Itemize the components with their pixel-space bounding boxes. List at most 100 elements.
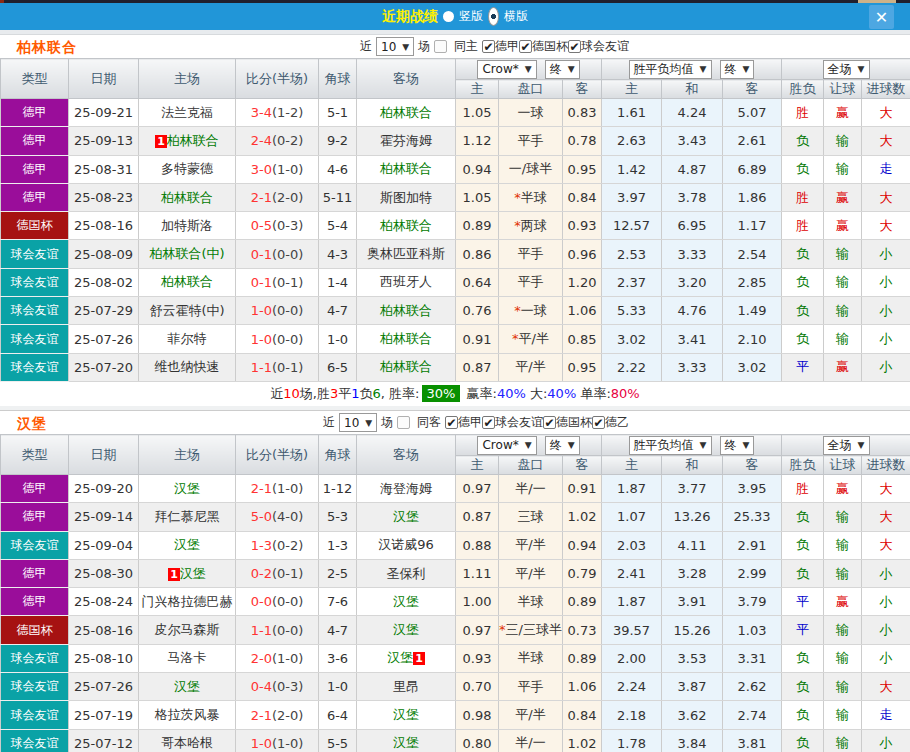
- checkbox-德国杯[interactable]: ✔: [543, 416, 556, 429]
- score-cell: 1-0(0-0): [236, 325, 319, 353]
- checkbox-同客[interactable]: [397, 416, 410, 429]
- handicap-home-odds: 0.98: [456, 701, 499, 729]
- avg-time-select[interactable]: 终▼: [720, 60, 755, 79]
- league-badge: 球会友谊: [1, 729, 69, 752]
- checkbox-label-球会友谊[interactable]: 球会友谊: [495, 414, 543, 431]
- checkbox-德甲[interactable]: ✔: [482, 40, 495, 53]
- avg-select[interactable]: 胜平负均值▼: [629, 436, 712, 455]
- scope-select[interactable]: 全场▼: [823, 60, 870, 79]
- home-team: 1汉堡: [139, 559, 236, 587]
- away-team-name: 西班牙人: [380, 274, 432, 289]
- result-goals: 大: [862, 212, 910, 240]
- corners: 1-4: [319, 268, 357, 296]
- full-time-score: 1-3: [251, 538, 272, 553]
- half-time-score: (0-1): [272, 275, 303, 290]
- caret-down-icon: ▼: [743, 64, 750, 74]
- handicap-away-odds: 0.89: [563, 588, 602, 616]
- radio-horizontal-label[interactable]: 横版: [504, 8, 528, 25]
- handicap-home-odds: 0.91: [456, 325, 499, 353]
- corners: 7-6: [319, 588, 357, 616]
- checkbox-同主[interactable]: [434, 40, 447, 53]
- corners: 5-4: [319, 212, 357, 240]
- radio-vertical-label[interactable]: 竖版: [459, 8, 483, 25]
- corners: 1-0: [319, 325, 357, 353]
- radio-horizontal-layout[interactable]: [488, 7, 499, 26]
- checkbox-label-德国杯[interactable]: 德国杯: [532, 38, 568, 55]
- odds-source-select[interactable]: Crow*▼: [477, 436, 536, 455]
- result-handicap: 赢: [824, 353, 862, 381]
- result-goals: 大: [862, 531, 910, 559]
- handicap-star: *: [512, 331, 519, 346]
- handicap-home-odds: 0.70: [456, 673, 499, 701]
- col-header-1: 日期: [69, 435, 139, 475]
- match-count-select[interactable]: 10▼: [376, 37, 414, 56]
- handicap-away-odds: 1.02: [563, 503, 602, 531]
- home-team: 菲尔特: [139, 325, 236, 353]
- away-team-name: 汉堡: [393, 509, 419, 524]
- scope-select[interactable]: 全场▼: [823, 436, 870, 455]
- summary-segment: 近: [270, 386, 283, 401]
- summary-segment: 场,胜: [300, 386, 330, 401]
- checkbox-球会友谊[interactable]: ✔: [482, 416, 495, 429]
- full-time-score: 0-1: [251, 247, 272, 262]
- avg-draw-odds: 6.95: [662, 212, 723, 240]
- handicap-away-odds: 0.78: [563, 127, 602, 155]
- checkbox-label-德甲[interactable]: 德甲: [495, 38, 519, 55]
- handicap-home-odds: 1.12: [456, 127, 499, 155]
- away-team-name: 奥林匹亚科斯: [367, 246, 445, 261]
- odds-time-select[interactable]: 终▼: [545, 436, 580, 455]
- avg-draw-odds: 4.24: [662, 99, 723, 127]
- result-goals: 大: [862, 673, 910, 701]
- half-time-score: (1-0): [272, 162, 303, 177]
- handicap-away-odds: 1.02: [563, 729, 602, 752]
- checkbox-label-德乙[interactable]: 德乙: [605, 414, 629, 431]
- match-row: 德甲25-09-21法兰克福3-4(1-2)5-1柏林联合1.05一球0.831…: [1, 99, 910, 127]
- checkbox-德乙[interactable]: ✔: [592, 416, 605, 429]
- handicap-home-odds: 0.89: [456, 212, 499, 240]
- full-time-score: 2-4: [251, 133, 272, 148]
- corners: 6-4: [319, 701, 357, 729]
- result-handicap: 输: [824, 559, 862, 587]
- match-count-select[interactable]: 10▼: [339, 413, 377, 432]
- checkbox-label-德甲[interactable]: 德甲: [458, 414, 482, 431]
- away-team-name: 汉堡: [393, 594, 419, 609]
- avg-away-odds: 1.03: [723, 616, 782, 644]
- checkbox-label-同主[interactable]: 同主: [454, 38, 478, 55]
- match-date: 25-09-21: [69, 99, 139, 127]
- col-header-4: 角球: [319, 59, 357, 99]
- checkbox-德国杯[interactable]: ✔: [519, 40, 532, 53]
- away-team: 柏林联合: [357, 297, 456, 325]
- home-team-name: 汉堡: [174, 537, 200, 552]
- odds-time-select[interactable]: 终▼: [545, 60, 580, 79]
- section-team1: 柏林联合近10▼场同主✔德甲✔德国杯✔球会友谊类型日期主场比分(半场)角球客场C…: [0, 35, 910, 406]
- checkbox-label-德国杯[interactable]: 德国杯: [556, 414, 592, 431]
- away-team: 汉堡: [357, 729, 456, 752]
- avg-select[interactable]: 胜平负均值▼: [629, 60, 712, 79]
- match-row: 德甲25-08-24门兴格拉德巴赫0-0(0-0)7-6汉堡1.00半球0.89…: [1, 588, 910, 616]
- checkbox-球会友谊[interactable]: ✔: [568, 40, 581, 53]
- checkbox-label-球会友谊[interactable]: 球会友谊: [581, 38, 629, 55]
- avg-time-select[interactable]: 终▼: [720, 436, 755, 455]
- result-wdl: 胜: [782, 475, 824, 503]
- avg-away-odds: 2.10: [723, 325, 782, 353]
- handicap-line: 平/半: [499, 531, 563, 559]
- close-button[interactable]: ✕: [869, 5, 894, 29]
- odds-source-select[interactable]: Crow*▼: [477, 60, 536, 79]
- away-team: 柏林联合: [357, 212, 456, 240]
- handicap-away-odds: 0.79: [563, 559, 602, 587]
- checkbox-德甲[interactable]: ✔: [445, 416, 458, 429]
- col-header-11: 客: [723, 80, 782, 99]
- away-team: 柏林联合: [357, 155, 456, 183]
- result-goals: 大: [862, 503, 910, 531]
- away-team: 汉堡1: [357, 644, 456, 672]
- league-badge: 德甲: [1, 503, 69, 531]
- avg-away-odds: 25.33: [723, 503, 782, 531]
- match-date: 25-09-20: [69, 475, 139, 503]
- result-handicap: 赢: [824, 475, 862, 503]
- score-cell: 1-1(0-1): [236, 353, 319, 381]
- home-team-name: 柏林联合: [161, 190, 213, 205]
- radio-vertical-layout[interactable]: [443, 11, 454, 22]
- league-badge: 球会友谊: [1, 531, 69, 559]
- checkbox-label-同客[interactable]: 同客: [417, 414, 441, 431]
- avg-home-odds: 2.63: [602, 127, 662, 155]
